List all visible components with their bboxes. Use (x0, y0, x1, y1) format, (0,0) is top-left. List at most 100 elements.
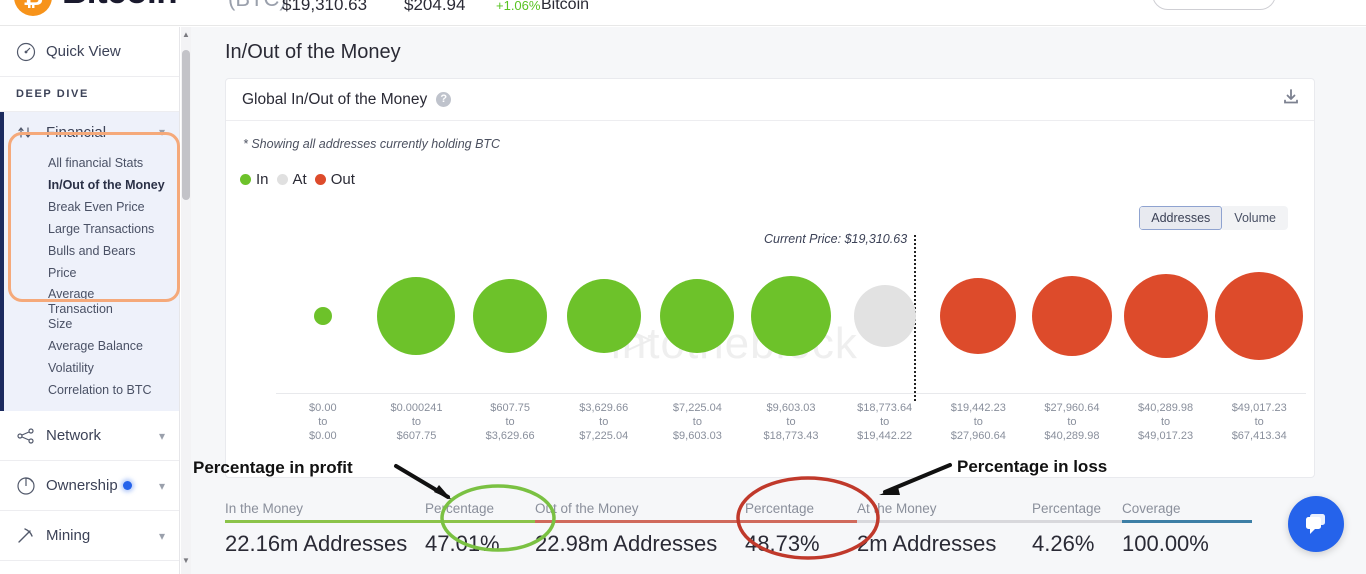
stat-block-4: At the Money 2m Addresses (857, 501, 1032, 557)
notification-dot-icon (122, 481, 132, 490)
bubble-at-6[interactable] (853, 285, 916, 347)
x-axis-label-4: $7,225.04 to $9,603.03 (672, 402, 722, 442)
bubble-out-9[interactable] (1123, 274, 1208, 358)
stat-label-0: In the Money (225, 501, 304, 516)
metric-toggle: Addresses Volume (1139, 206, 1288, 230)
sidebar-subitem-large-transactions[interactable]: Large Transactions (4, 218, 179, 240)
sidebar-label-financial: Financial (46, 123, 107, 141)
stat-label-1: Percentage (425, 501, 495, 516)
x-axis-label-10: $49,017.23 to $67,413.34 (1231, 402, 1287, 442)
download-icon[interactable] (1282, 88, 1300, 111)
sidebar-subitem-correlation-to-btc[interactable]: Correlation to BTC (4, 379, 179, 401)
legend-item-in[interactable]: In (240, 171, 269, 188)
chevron-down-icon[interactable]: ▾ (159, 479, 165, 493)
stat-bar-4 (857, 520, 1032, 523)
stat-bar-5 (1032, 520, 1122, 523)
stat-bar-0 (225, 520, 425, 523)
sidebar-subitem-bulls-and-bears[interactable]: Bulls and Bears (4, 240, 179, 262)
main-content: In/Out of the Money Global In/Out of the… (191, 27, 1366, 574)
sidebar-label-ownership: Ownership (46, 477, 159, 494)
sidebar-subitem-break-even-price[interactable]: Break Even Price (4, 196, 179, 218)
pickaxe-icon (16, 526, 46, 546)
sidebar-item-ownership[interactable]: Ownership ▾ (0, 461, 179, 511)
chat-widget-button[interactable] (1288, 496, 1344, 552)
legend-label-out: Out (330, 171, 355, 188)
chart-legend: In At Out (240, 171, 355, 188)
bubble-plot: intotheblock Current Price: $19,310.63 (276, 232, 1306, 401)
bubble-in-4[interactable] (660, 279, 735, 353)
stat-block-0: In the Money 22.16m Addresses (225, 501, 425, 557)
legend-item-at[interactable]: At (276, 171, 307, 188)
stat-value-0: 22.16m Addresses (225, 531, 408, 556)
stat-label-3: Percentage (745, 501, 815, 516)
page-title: In/Out of the Money (225, 41, 401, 63)
sidebar-subitem-in-out-of-the-money[interactable]: In/Out of the Money (4, 174, 179, 196)
x-axis-line (276, 393, 1306, 394)
app-root: ₿ Bitcoin (BTC) $19,310.63 $204.94 +1.06… (0, 0, 1366, 574)
annotation-percentage-in-profit: Percentage in profit (193, 458, 353, 477)
summary-stats-row: In the Money 22.16m Addresses Percentage 47… (225, 501, 1315, 557)
x-axis-label-3: $3,629.66 to $7,225.04 (579, 402, 629, 442)
speedometer-icon (16, 42, 46, 62)
bubble-out-8[interactable] (1031, 276, 1112, 356)
chart-note: * Showing all addresses currently holdin… (243, 137, 501, 151)
toggle-option-volume[interactable]: Volume (1222, 206, 1288, 230)
scroll-down-arrow-icon[interactable]: ▼ (182, 556, 190, 565)
top-header-bar: ₿ Bitcoin (BTC) $19,310.63 $204.94 +1.06… (0, 0, 1366, 26)
sidebar-item-mining[interactable]: Mining ▾ (0, 511, 179, 561)
network-nodes-icon (16, 426, 46, 446)
bubble-in-5[interactable] (751, 276, 831, 356)
sidebar-item-quick-view[interactable]: Quick View (0, 27, 179, 77)
legend-label-at: At (292, 171, 307, 188)
legend-label-in: In (256, 171, 269, 188)
annotation-percentage-in-loss: Percentage in loss (957, 457, 1108, 476)
bubble-in-0[interactable] (313, 307, 332, 325)
sidebar-section-deep-dive: DEEP DIVE (0, 77, 179, 112)
bubble-in-2[interactable] (473, 279, 548, 353)
chart-title: Global In/Out of the Money (242, 90, 428, 108)
toggle-option-addresses[interactable]: Addresses (1139, 206, 1223, 230)
coin-name: Bitcoin (62, 0, 178, 12)
bubble-out-7[interactable] (940, 278, 1017, 354)
x-axis-label-8: $27,960.64 to $40,289.98 (1044, 402, 1100, 442)
stat-bar-2 (535, 520, 745, 523)
legend-dot-at (276, 174, 288, 185)
help-icon[interactable]: ? (436, 92, 452, 107)
stat-bar-6 (1122, 520, 1252, 523)
legend-item-out[interactable]: Out (314, 171, 355, 188)
sidebar-label-mining: Mining (46, 527, 91, 544)
bubble-in-3[interactable] (566, 279, 641, 353)
stat-block-1: Percentage 47.01% (425, 501, 535, 557)
x-axis-label-2: $607.75 to $3,629.66 (485, 402, 535, 442)
header-change-amount: $204.94 (404, 0, 466, 14)
header-action-pill[interactable] (1152, 0, 1276, 10)
stat-bar-1 (425, 520, 535, 523)
sidebar-subitem-average-balance[interactable]: Average Balance (4, 335, 179, 357)
chevron-down-icon[interactable]: ▾ (159, 429, 165, 443)
sidebar-label-network: Network (46, 427, 102, 444)
stat-bar-3 (745, 520, 857, 523)
sidebar-group-financial: Financial ▾ All financial Stats In/Out o… (0, 112, 179, 411)
stat-block-6: Coverage 100.00% (1122, 501, 1252, 557)
scroll-up-arrow-icon[interactable]: ▲ (182, 30, 190, 39)
sidebar-item-financial[interactable]: Financial ▾ (4, 112, 179, 152)
sidebar-subitem-price[interactable]: Price (4, 262, 179, 284)
sidebar-label-quick-view: Quick View (46, 43, 121, 60)
sidebar-subitem-average-transaction-size[interactable]: Average Transaction Size (4, 284, 179, 335)
chevron-down-icon[interactable]: ▾ (159, 529, 165, 543)
chevron-down-icon[interactable]: ▾ (159, 125, 165, 139)
pie-chart-icon (16, 476, 46, 496)
stat-block-2: Out of the Money 22.98m Addresses (535, 501, 745, 557)
sidebar-scrollbar-thumb[interactable] (182, 50, 190, 200)
bubble-out-10[interactable] (1215, 272, 1304, 360)
bubble-in-1[interactable] (377, 277, 456, 355)
chart-card: Global In/Out of the Money ? * Showing a… (225, 78, 1315, 478)
sidebar-label-ownership-text: Ownership (46, 477, 118, 494)
x-axis-label-5: $9,603.03 to $18,773.43 (763, 402, 819, 442)
chat-bubble-icon (1306, 514, 1325, 534)
sidebar-subitem-volatility[interactable]: Volatility (4, 357, 179, 379)
sidebar-item-network[interactable]: Network ▾ (0, 411, 179, 461)
sidebar-financial-submenu: All financial Stats In/Out of the Money … (4, 152, 179, 411)
stat-value-4: 2m Addresses (857, 531, 997, 556)
sidebar-subitem-all-financial-stats[interactable]: All financial Stats (4, 152, 179, 174)
